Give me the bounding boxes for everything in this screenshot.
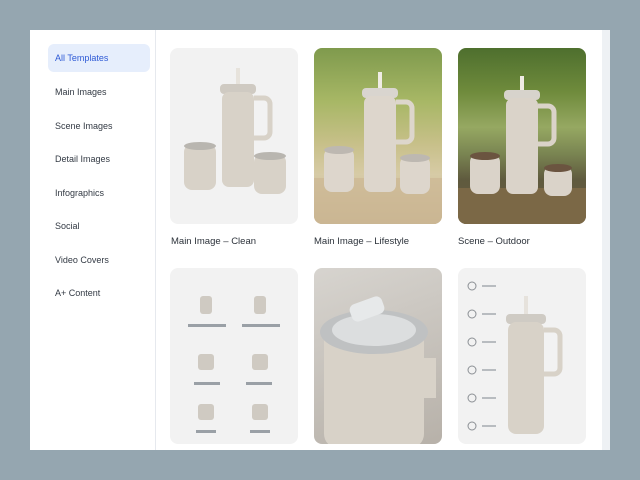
template-card-main-image-clean[interactable] bbox=[170, 48, 298, 224]
product-thumbnail bbox=[458, 76, 586, 224]
product-thumbnail bbox=[467, 281, 563, 434]
template-card-main-image-lifestyle[interactable] bbox=[314, 48, 442, 224]
template-card-measurement[interactable] bbox=[458, 268, 586, 444]
sidebar-item-infographics[interactable]: Infographics bbox=[48, 179, 150, 207]
product-thumbnail bbox=[184, 68, 286, 194]
template-card-infographic[interactable] bbox=[170, 268, 298, 444]
template-card-scene-outdoor[interactable] bbox=[458, 48, 586, 224]
template-card-detail[interactable] bbox=[314, 268, 442, 444]
product-thumbnail bbox=[188, 296, 280, 433]
app-window: All Templates Main Images Scene Images D… bbox=[30, 30, 610, 450]
sidebar-item-video-covers[interactable]: Video Covers bbox=[48, 246, 150, 274]
template-label: Main Image – Lifestyle bbox=[314, 236, 410, 247]
sidebar-item-main-images[interactable]: Main Images bbox=[48, 78, 150, 106]
product-thumbnail bbox=[314, 72, 442, 224]
template-label: Scene – Outdoor bbox=[458, 236, 530, 247]
sidebar-item-detail-images[interactable]: Detail Images bbox=[48, 145, 150, 173]
product-thumbnail bbox=[320, 296, 436, 444]
sidebar-item-scene-images[interactable]: Scene Images bbox=[48, 112, 150, 140]
sidebar: All Templates Main Images Scene Images D… bbox=[30, 30, 156, 450]
template-label: Main Image – Clean bbox=[171, 236, 257, 247]
sidebar-item-social[interactable]: Social bbox=[48, 212, 150, 240]
sidebar-item-all-templates[interactable]: All Templates bbox=[48, 44, 150, 72]
sidebar-item-a-plus-content[interactable]: A+ Content bbox=[48, 279, 150, 307]
